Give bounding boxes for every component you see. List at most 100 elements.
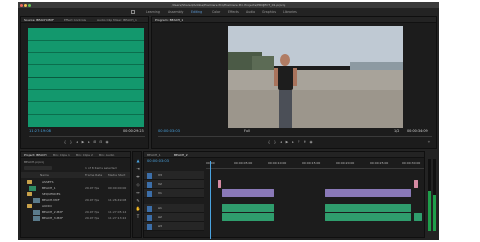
project-panel-header: Project: BEACH Bin: Clips 1 Bin: Clips 2… xyxy=(21,152,130,158)
audio-clip[interactable] xyxy=(222,213,274,221)
pen-tool-icon[interactable]: ✎ xyxy=(135,198,141,204)
step-forward-icon[interactable]: ▸ xyxy=(87,140,91,144)
workspace-graphics[interactable]: Graphics xyxy=(262,8,276,16)
premiere-window: /Users/Shared/Adobe/Premiere Pro/Premier… xyxy=(18,2,439,240)
ruler-label: 00:00:10:00 xyxy=(268,161,287,165)
program-fit-dropdown[interactable]: Full xyxy=(244,129,250,133)
program-monitor-panel: Program: BEACH_1 00:00:03:03 Full 1/2 00… xyxy=(151,16,437,149)
program-current-timecode[interactable]: 00:00:03:03 xyxy=(158,129,180,133)
program-step-back-icon[interactable]: ◂ xyxy=(279,140,283,144)
tab-sequence-beach-1[interactable]: BEACH_1 xyxy=(147,152,161,158)
tab-project[interactable]: Project: BEACH xyxy=(24,152,47,158)
workspace-audio[interactable]: Audio xyxy=(246,8,255,16)
mark-out-icon[interactable]: } xyxy=(69,140,73,144)
program-play-icon[interactable]: ▶ xyxy=(285,140,289,144)
tab-source[interactable]: Source: BEACH.MXF xyxy=(24,17,54,23)
track-header-a1: A1 xyxy=(144,204,204,213)
ruler-label: 00:00:20:00 xyxy=(336,161,355,165)
workspace-learning[interactable]: Learning xyxy=(146,8,160,16)
audio-clip[interactable] xyxy=(325,204,411,212)
folder-icon xyxy=(27,204,32,208)
track-header-v1: V1 xyxy=(144,189,204,198)
column-name[interactable]: Name xyxy=(40,172,49,178)
project-search-input[interactable] xyxy=(24,166,52,170)
video-clip[interactable] xyxy=(325,189,411,197)
insert-icon[interactable]: ⊞ xyxy=(93,140,97,144)
track-target-a1[interactable] xyxy=(147,205,152,212)
tab-effect-controls[interactable]: Effect Controls xyxy=(64,17,86,23)
track-target-a3[interactable] xyxy=(147,223,152,230)
workspace-bar: Learning Assembly Editing Color Effects … xyxy=(18,8,439,16)
workspace-color[interactable]: Color xyxy=(212,8,220,16)
source-time-ruler[interactable] xyxy=(29,136,145,137)
program-time-ruler[interactable] xyxy=(158,136,432,137)
clip-thumbnail-icon xyxy=(33,215,40,221)
extract-icon[interactable]: ⇞ xyxy=(303,140,307,144)
track-target-v2[interactable] xyxy=(147,181,152,188)
project-panel: Project: BEACH Bin: Clips 1 Bin: Clips 2… xyxy=(20,151,131,238)
program-duration-timecode: 00:00:34:09 xyxy=(407,129,428,133)
selection-tool-icon[interactable]: ▲ xyxy=(135,158,141,164)
mark-in-icon[interactable]: { xyxy=(63,140,67,144)
source-in-timecode[interactable]: 11:27:19:08 xyxy=(29,129,51,133)
tab-bin-clips-1[interactable]: Bin: Clips 1 xyxy=(53,152,70,158)
program-mark-in-icon[interactable]: { xyxy=(267,140,271,144)
track-target-v3[interactable] xyxy=(147,172,152,179)
program-video-frame[interactable] xyxy=(228,26,403,128)
type-tool-icon[interactable]: T xyxy=(135,214,141,220)
timeline-panel-header: BEACH_1 BEACH_2 xyxy=(144,152,424,158)
add-button-icon[interactable]: + xyxy=(427,140,431,144)
track-header-v2: V2 xyxy=(144,180,204,189)
slip-tool-icon[interactable]: ↔ xyxy=(135,190,141,196)
track-target-a2[interactable] xyxy=(147,214,152,221)
ruler-label: 00:00:30:00 xyxy=(402,161,421,165)
timeline-ruler[interactable]: 00:00 00:00:05:00 00:00:10:00 00:00:15:0… xyxy=(206,161,424,169)
ruler-label: 00:00:15:00 xyxy=(302,161,321,165)
folder-icon xyxy=(27,192,32,196)
program-export-frame-icon[interactable]: ◉ xyxy=(309,140,313,144)
workspace-editing[interactable]: Editing xyxy=(191,8,202,16)
workspace-assembly[interactable]: Assembly xyxy=(168,8,183,16)
workspace-libraries[interactable]: Libraries xyxy=(283,8,297,16)
program-resolution-dropdown[interactable]: 1/2 xyxy=(394,129,399,133)
workspace-effects[interactable]: Effects xyxy=(228,8,239,16)
step-back-icon[interactable]: ◂ xyxy=(75,140,79,144)
folder-icon xyxy=(27,180,32,184)
razor-tool-icon[interactable]: ◇ xyxy=(135,182,141,188)
project-file-name: BEACH.prproj xyxy=(24,160,45,164)
home-icon[interactable] xyxy=(131,10,135,14)
lift-icon[interactable]: ⇡ xyxy=(297,140,301,144)
graphic-clip[interactable] xyxy=(414,180,418,188)
audio-clip[interactable] xyxy=(414,213,422,221)
column-media-start[interactable]: Media Start xyxy=(108,172,125,178)
project-item-count: 1 of 8 items selected xyxy=(85,166,117,170)
video-clip[interactable] xyxy=(222,189,274,197)
export-frame-icon[interactable]: ◉ xyxy=(105,140,109,144)
audio-meter-right xyxy=(433,159,436,231)
overwrite-icon[interactable]: ⊟ xyxy=(99,140,103,144)
audio-clip[interactable] xyxy=(325,213,411,221)
list-item[interactable]: BEACH_3.MXF 29.97 fps 11:27:13:22 xyxy=(23,215,133,221)
tab-audio-clip-mixer[interactable]: Audio Clip Mixer: BEACH_1 xyxy=(97,17,137,23)
playhead[interactable] xyxy=(210,161,211,239)
tab-bin-clips-2[interactable]: Bin: Clips 2 xyxy=(76,152,93,158)
tab-bin-audio[interactable]: Bin: Audio xyxy=(99,152,114,158)
timeline-playhead-timecode[interactable]: 00:00:03:03 xyxy=(147,159,169,163)
track-header-v3: V3 xyxy=(144,171,204,180)
clip-thumbnail-icon xyxy=(33,209,40,215)
ruler-label: 00:00:05:00 xyxy=(234,161,253,165)
program-mark-out-icon[interactable]: } xyxy=(273,140,277,144)
track-select-tool-icon[interactable]: ⇥ xyxy=(135,166,141,172)
graphic-clip[interactable] xyxy=(218,180,221,188)
tab-sequence-beach-2[interactable]: BEACH_2 xyxy=(174,152,188,158)
audio-meter-left xyxy=(428,159,431,231)
track-target-v1[interactable] xyxy=(147,190,152,197)
audio-waveform[interactable] xyxy=(28,28,144,127)
play-icon[interactable]: ▶ xyxy=(81,140,85,144)
program-step-forward-icon[interactable]: ▸ xyxy=(291,140,295,144)
audio-clip[interactable] xyxy=(222,204,274,212)
ripple-edit-tool-icon[interactable]: ⇹ xyxy=(135,174,141,180)
tab-program[interactable]: Program: BEACH_1 xyxy=(155,17,183,23)
hand-tool-icon[interactable]: ✋ xyxy=(135,206,141,212)
column-frame-rate[interactable]: Frame Rate xyxy=(85,172,102,178)
